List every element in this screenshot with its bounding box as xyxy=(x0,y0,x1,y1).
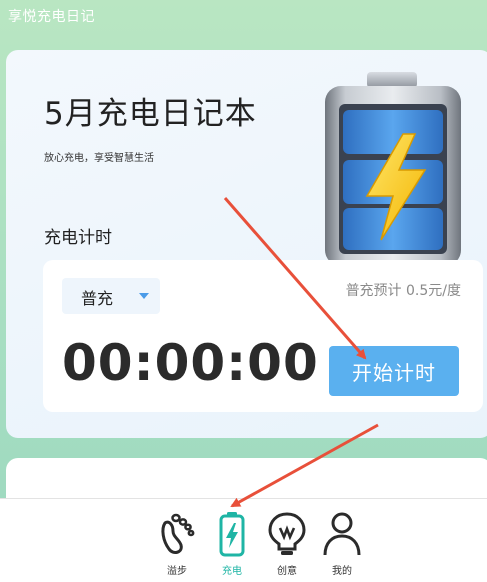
page-title: 5月充电日记本 xyxy=(44,96,257,132)
mode-select-value: 普充 xyxy=(81,289,114,308)
battery-charging-icon xyxy=(219,512,245,557)
tab-stroll[interactable]: 溢步 xyxy=(152,511,202,577)
battery-illustration-icon xyxy=(325,72,461,266)
tab-ideas[interactable]: 创意 xyxy=(262,511,312,577)
mode-select[interactable]: 普充 xyxy=(62,278,160,314)
tab-label: 创意 xyxy=(277,566,297,577)
app-title: 享悦充电日记 xyxy=(8,9,95,25)
tab-label: 我的 xyxy=(332,566,352,577)
bottom-tab-bar: 溢步 充电 创意 我的 xyxy=(0,498,487,582)
page-subtitle: 放心充电，享受智慧生活 xyxy=(44,153,154,164)
start-timer-button[interactable]: 开始计时 xyxy=(329,346,459,396)
chevron-down-icon xyxy=(139,293,149,299)
price-estimate: 普充预计 0.5元/度 xyxy=(345,283,461,299)
timer-display: 00:00:00 xyxy=(62,334,319,392)
section-label: 充电计时 xyxy=(44,228,112,248)
tab-label: 溢步 xyxy=(167,566,187,577)
lightbulb-icon xyxy=(268,512,306,555)
tab-profile[interactable]: 我的 xyxy=(317,511,367,577)
footprint-icon xyxy=(161,513,195,554)
tab-label: 充电 xyxy=(222,566,242,577)
person-icon xyxy=(323,512,361,556)
tab-charge[interactable]: 充电 xyxy=(207,511,257,577)
hero-card: 5月充电日记本 放心充电，享受智慧生活 充电计时 普充 普充预计 0.5元/度 … xyxy=(6,50,487,438)
timer-card: 普充 普充预计 0.5元/度 00:00:00 开始计时 xyxy=(43,260,483,412)
